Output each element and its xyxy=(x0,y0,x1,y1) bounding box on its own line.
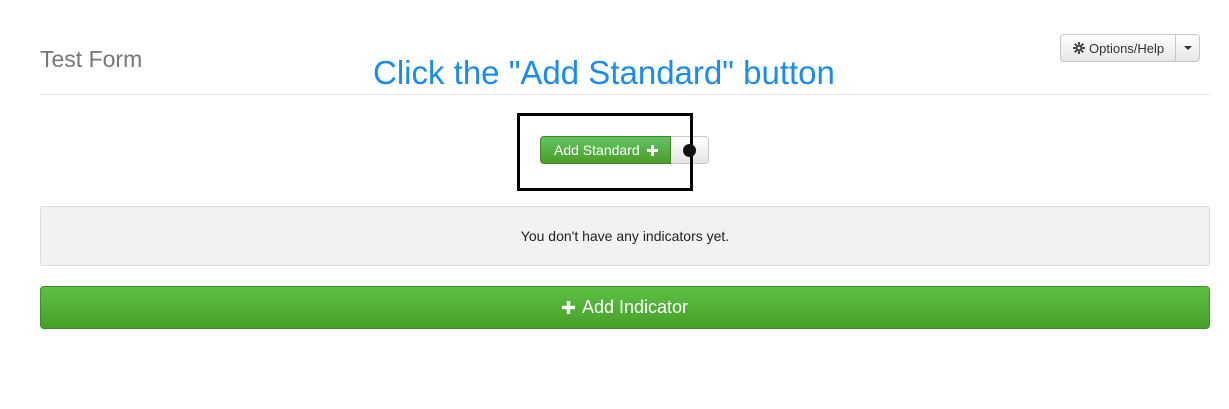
add-standard-button[interactable]: Add Standard xyxy=(540,136,671,164)
title-divider xyxy=(40,94,1210,95)
add-indicator-label: Add Indicator xyxy=(581,297,689,317)
page-title: Test Form xyxy=(40,46,143,72)
caret-down-icon xyxy=(1183,46,1192,50)
options-help-button[interactable]: Options/Help xyxy=(1060,34,1177,62)
options-help-group: Options/Help xyxy=(1060,34,1201,64)
add-indicator-button[interactable]: Add Indicator xyxy=(40,286,1210,329)
plus-icon xyxy=(561,301,575,314)
options-help-label: Options/Help xyxy=(1089,40,1165,56)
empty-indicators-message: You don't have any indicators yet. xyxy=(520,228,730,244)
instruction-text: Click the "Add Standard" button xyxy=(373,54,835,91)
options-dropdown-toggle[interactable] xyxy=(1176,34,1201,62)
add-standard-group: Add Standard xyxy=(540,136,709,166)
empty-indicators-panel: You don't have any indicators yet. xyxy=(40,206,1210,266)
gear-icon xyxy=(1073,42,1085,54)
add-standard-dropdown-toggle[interactable] xyxy=(670,136,709,164)
add-standard-label: Add Standard xyxy=(554,142,640,158)
page: Test Form Click the "Add Standard" butto… xyxy=(0,0,1229,409)
plus-icon xyxy=(646,144,658,156)
